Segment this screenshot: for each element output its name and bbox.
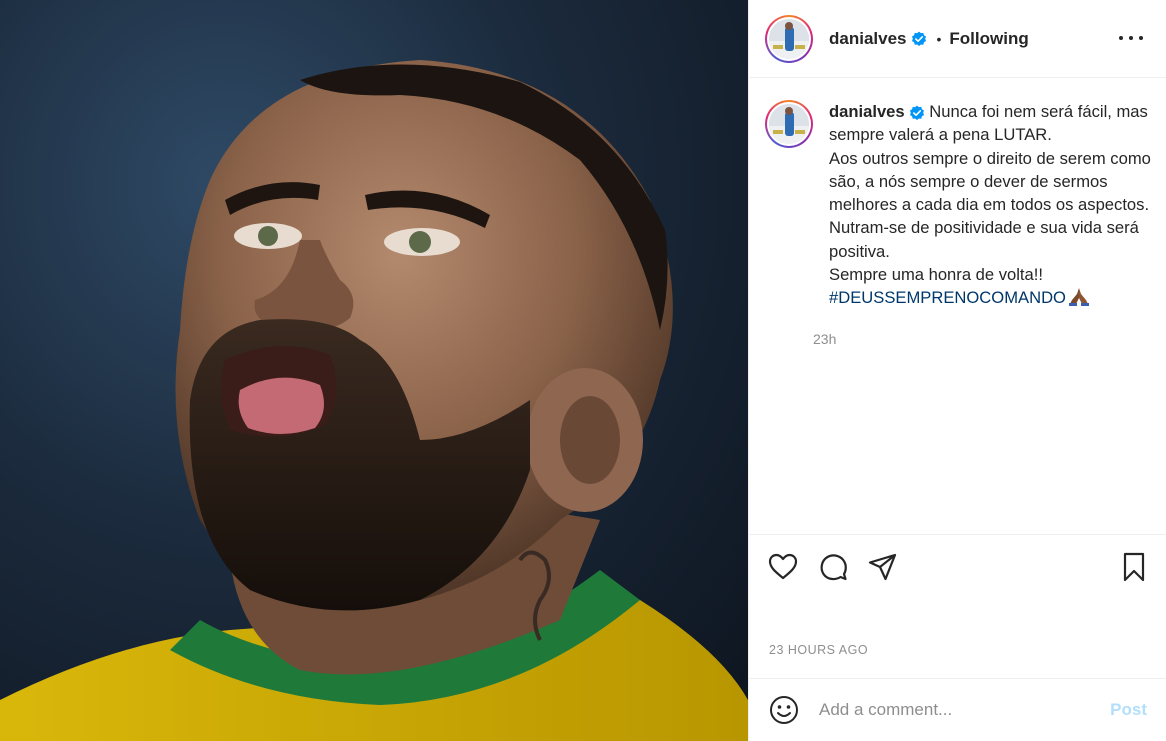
post-photo-illustration <box>0 60 748 741</box>
following-button[interactable]: Following <box>949 29 1028 49</box>
post-actions <box>749 534 1166 604</box>
caption-body: danialves Nunca foi nem será fácil, mas … <box>829 100 1159 313</box>
header-username[interactable]: danialves <box>829 29 907 49</box>
post-comment-button[interactable]: Post <box>1110 700 1147 720</box>
caption-avatar[interactable] <box>765 100 813 148</box>
verified-badge-icon <box>909 105 925 121</box>
post-photo[interactable] <box>0 0 748 741</box>
avatar-figure <box>769 18 809 59</box>
verified-badge-icon <box>911 31 927 47</box>
caption-time[interactable]: 23h <box>813 331 1159 347</box>
separator-dot: • <box>936 30 942 47</box>
emoji-icon[interactable] <box>769 695 799 725</box>
avatar[interactable] <box>765 14 813 63</box>
avatar-figure <box>769 104 809 144</box>
send-icon[interactable] <box>867 551 899 583</box>
bookmark-icon[interactable] <box>1118 551 1150 583</box>
caption-text: Nunca foi nem será fácil, mas sempre val… <box>829 102 1151 285</box>
comment-bar: Post <box>749 678 1166 741</box>
pray-emoji-icon <box>1068 286 1090 312</box>
caption-content: danialves Nunca foi nem será fácil, mas … <box>813 100 1159 347</box>
more-options-icon[interactable] <box>1119 28 1143 48</box>
post-header: danialves • Following <box>749 0 1166 78</box>
post-timestamp[interactable]: 23 HOURS AGO <box>769 643 868 657</box>
caption-hashtag[interactable]: #DEUSSEMPRENOCOMANDO <box>829 288 1066 307</box>
heart-icon[interactable] <box>767 551 799 583</box>
comment-input[interactable] <box>819 700 1099 720</box>
post-caption: danialves Nunca foi nem será fácil, mas … <box>765 100 1155 347</box>
comment-icon[interactable] <box>817 551 849 583</box>
caption-username[interactable]: danialves <box>829 102 905 121</box>
avatar-image <box>769 18 809 59</box>
post-side-panel: danialves • Following danialves Nunca fo… <box>748 0 1166 741</box>
avatar-image <box>769 104 809 144</box>
